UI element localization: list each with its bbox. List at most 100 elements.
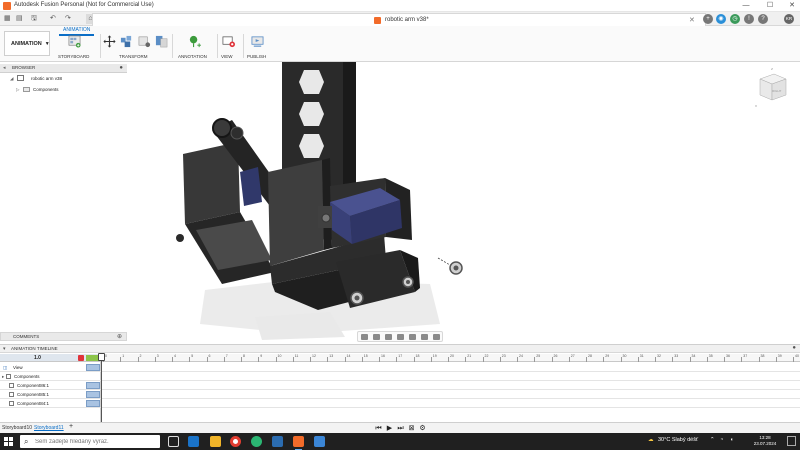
help-icon[interactable]: ?	[758, 14, 768, 24]
ruler-tick	[448, 357, 449, 362]
3d-viewport[interactable]: z x RIGHT	[0, 62, 800, 342]
minimize-button[interactable]: —	[739, 1, 753, 11]
task-view-icon[interactable]	[168, 436, 179, 447]
component86-action-block[interactable]	[86, 382, 100, 389]
timeline-row-view[interactable]: ◫ View	[0, 363, 800, 372]
timeline-playhead-handle[interactable]	[98, 353, 105, 361]
skip-to-end-icon[interactable]: ⏭	[396, 424, 405, 433]
workspace-label: ANIMATION	[11, 41, 42, 47]
volume-icon[interactable]: ◖	[730, 437, 733, 443]
file-explorer-icon[interactable]	[210, 436, 221, 447]
windows-start-icon[interactable]	[4, 437, 13, 446]
component85-action-block[interactable]	[86, 391, 100, 398]
timeline-zoom-value[interactable]: 1.0	[34, 355, 41, 361]
timeline-row-component85[interactable]: Component85:1	[0, 390, 800, 399]
ruler-tick	[637, 357, 639, 362]
document-tab[interactable]: robotic arm v38* ✕	[92, 13, 706, 26]
browser-components-item[interactable]: ▷ Components	[16, 86, 59, 94]
display-settings-icon[interactable]	[421, 334, 428, 340]
data-panel-icon[interactable]: ▦	[4, 14, 11, 24]
grid-settings-icon[interactable]	[433, 334, 440, 340]
taskbar-search-input[interactable]	[35, 437, 155, 446]
extensions-icon[interactable]: ◉	[716, 14, 726, 24]
expand-components-icon[interactable]: ▸	[2, 372, 4, 381]
new-tab-icon[interactable]: +	[703, 14, 713, 24]
animation-timeline-header[interactable]: ▾ ANIMATION TIMELINE ●	[0, 344, 800, 353]
look-at-icon[interactable]	[373, 334, 380, 340]
file-menu-icon[interactable]: ▤	[16, 14, 23, 24]
ruler-tick-label: 14	[346, 354, 351, 358]
timeline-row-component84[interactable]: Component84:1	[0, 399, 800, 408]
timeline-playhead-line[interactable]	[101, 353, 102, 422]
skip-to-start-icon[interactable]: ⏮	[374, 424, 383, 433]
browser-pin-icon[interactable]: ●	[119, 65, 123, 71]
camera-keyframe-block[interactable]	[86, 364, 100, 371]
save-icon[interactable]: 🖫	[31, 14, 37, 24]
weather-text[interactable]: 30°C Slabý déšť	[658, 437, 698, 443]
snipping-tool-icon[interactable]	[314, 436, 325, 447]
playback-settings-icon[interactable]: ⚙	[418, 424, 427, 433]
publish-label: PUBLISH	[247, 54, 267, 59]
add-storyboard-button[interactable]: +	[69, 423, 73, 430]
components-checkbox[interactable]	[6, 374, 11, 379]
timeline-row-components[interactable]: ▸ Components	[0, 372, 800, 381]
notification-center-icon[interactable]	[787, 436, 796, 446]
expand-arrow-icon[interactable]: ▷	[16, 87, 19, 92]
add-comment-icon[interactable]: ⊕	[117, 333, 122, 340]
timeline-pin-icon[interactable]: ●	[792, 345, 796, 351]
loop-icon[interactable]: ⊠	[407, 424, 416, 433]
workspace-switcher-button[interactable]: ANIMATION ▼	[4, 31, 50, 56]
user-avatar[interactable]: KR	[784, 14, 794, 24]
fusion-taskbar-icon[interactable]	[293, 436, 304, 450]
timeline-row-component86[interactable]: Component86:1	[0, 381, 800, 390]
document-icon	[374, 17, 381, 24]
chrome-icon[interactable]	[230, 436, 241, 447]
root-component-label: robotic arm v38	[31, 76, 63, 81]
ruler-tick	[655, 357, 656, 362]
ruler-tick	[258, 357, 260, 362]
comments-panel[interactable]: COMMENTS ⊕	[0, 332, 127, 341]
ruler-tick	[706, 357, 708, 362]
play-icon[interactable]: ▶	[385, 424, 394, 433]
zoom-icon[interactable]	[397, 334, 404, 340]
edge-icon[interactable]	[251, 436, 262, 447]
browser-panel-header[interactable]: ◂ BROWSER ●	[0, 64, 127, 73]
storyboard-tab-1[interactable]: Storyboard10	[2, 425, 32, 431]
robotic-arm-model[interactable]	[0, 62, 800, 342]
collapse-timeline-icon[interactable]: ▾	[3, 346, 6, 352]
weather-icon[interactable]: ☁	[648, 437, 654, 443]
undo-icon[interactable]: ↶	[50, 14, 56, 24]
close-window-button[interactable]: ✕	[785, 1, 799, 11]
transform-group[interactable]: TRANSFORM	[101, 35, 171, 61]
component84-checkbox[interactable]	[9, 401, 14, 406]
view-group[interactable]: VIEW	[218, 35, 244, 61]
browser-root-item[interactable]: ◢ robotic arm v38	[10, 75, 62, 83]
record-icon[interactable]	[78, 355, 84, 361]
job-status-icon[interactable]: ◷	[730, 14, 740, 24]
maximize-button[interactable]: ☐	[763, 1, 777, 11]
network-icon[interactable]: ◔	[720, 437, 723, 443]
mail-icon[interactable]	[188, 436, 199, 447]
notifications-icon[interactable]: !	[744, 14, 754, 24]
timeline-ruler[interactable]: 0 1 2 3 4 5 6 7 8 9 10 11 12 13 14 15 16 17 18 19 20 21 22 23 24…	[101, 354, 800, 362]
store-icon[interactable]	[272, 436, 283, 447]
storyboard-group[interactable]: STORYBOARD	[58, 35, 98, 61]
close-tab-icon[interactable]: ✕	[689, 16, 695, 24]
component84-action-block[interactable]	[86, 400, 100, 407]
taskbar-clock[interactable]: 13:28 23.07.2024	[748, 435, 782, 447]
component86-checkbox[interactable]	[9, 383, 14, 388]
publish-group[interactable]: PUBLISH	[245, 35, 275, 61]
viewcube[interactable]: z x	[752, 67, 792, 109]
tray-overflow-icon[interactable]: ⌃	[710, 437, 715, 443]
component85-checkbox[interactable]	[9, 392, 14, 397]
collapse-browser-icon[interactable]: ◂	[3, 65, 6, 71]
timeline-zoom-bar[interactable]: 1.0	[0, 354, 101, 362]
pan-icon[interactable]	[385, 334, 392, 340]
annotation-group[interactable]: ANNOTATION	[176, 35, 216, 61]
collapse-arrow-icon[interactable]: ◢	[10, 76, 13, 81]
redo-icon[interactable]: ↷	[65, 14, 71, 24]
fit-icon[interactable]	[409, 334, 416, 340]
orbit-icon[interactable]	[361, 334, 368, 340]
storyboard-tab-2[interactable]: Storyboard11	[34, 425, 64, 431]
taskbar-search[interactable]: ⌕	[20, 435, 160, 448]
